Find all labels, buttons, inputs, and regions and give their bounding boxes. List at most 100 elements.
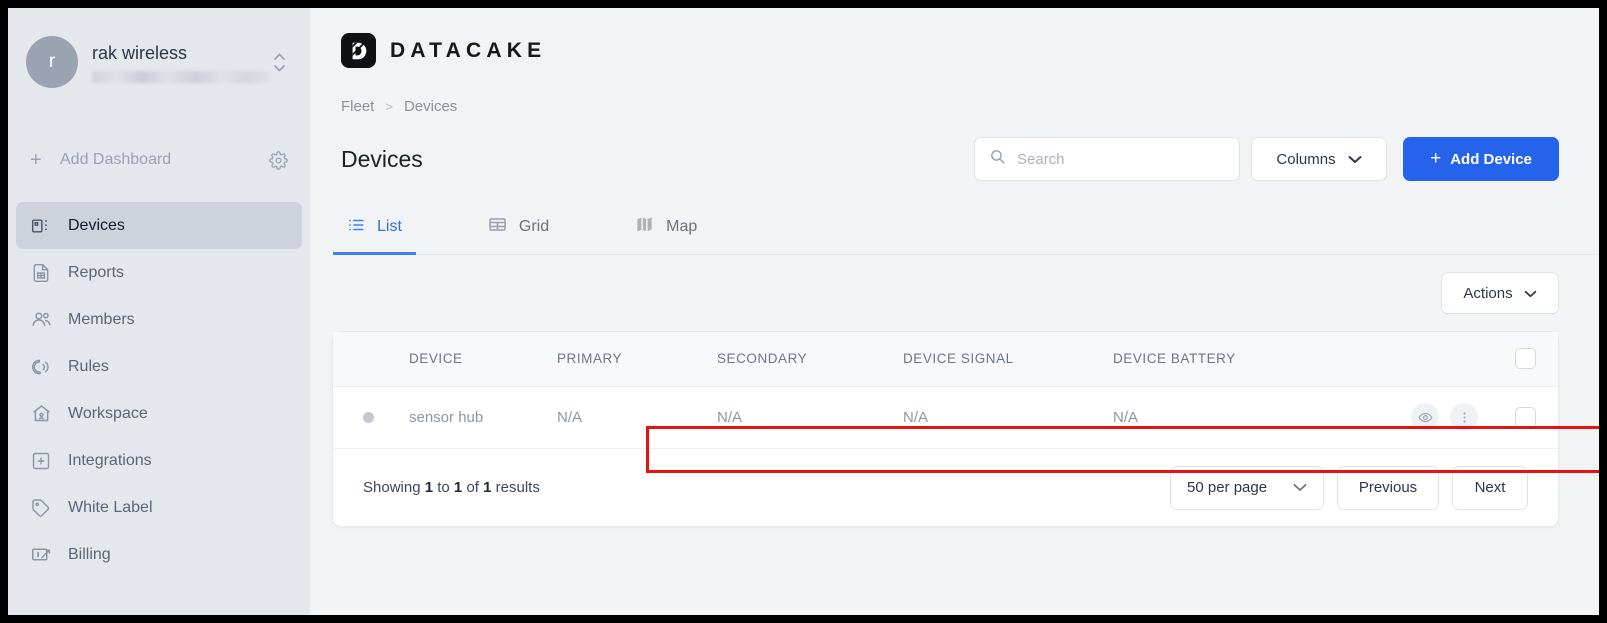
breadcrumb-current: Devices [403,98,458,115]
sidebar-item-workspace[interactable]: Workspace [16,390,302,437]
cell-device[interactable]: sensor hub [409,386,557,448]
chevron-down-icon [1524,285,1537,302]
sidebar-item-members[interactable]: Members [16,296,302,343]
add-dashboard-label: Add Dashboard [60,151,172,168]
showing-of: of [466,479,479,496]
page-title: Devices [341,145,423,172]
search-placeholder: Search [1017,150,1065,168]
table-head: DEVICE PRIMARY SECONDARY DEVICE SIGNAL D… [333,332,1558,387]
datacake-logo-icon [341,33,376,68]
tab-list[interactable]: List [333,199,416,255]
actions-button[interactable]: Actions [1441,272,1559,314]
row-checkbox[interactable] [1515,406,1536,428]
sidebar-item-label: Reports [68,263,125,281]
org-subtitle-redacted [92,70,272,83]
eye-icon[interactable] [1411,403,1439,432]
th-device[interactable]: DEVICE [409,332,557,387]
search-icon [989,148,1006,170]
table-body: sensor hub N/A N/A N/A N/A [333,386,1558,448]
org-switcher-chevrons-icon[interactable] [270,53,288,72]
th-primary[interactable]: PRIMARY [557,332,717,387]
devices-table-card: DEVICE PRIMARY SECONDARY DEVICE SIGNAL D… [332,331,1559,527]
integrations-icon [30,450,52,472]
add-dashboard-button[interactable]: + Add Dashboard [8,140,310,180]
tab-map[interactable]: Map [629,199,703,255]
map-icon [635,215,654,239]
workspace-icon [30,403,52,425]
actions-row: Actions [332,272,1559,314]
status-dot-offline-icon [363,411,374,423]
app-window: r rak wireless + Add Dashboard Devices R… [8,8,1599,615]
sidebar-item-rules[interactable]: Rules [16,343,302,390]
search-input[interactable]: Search [974,137,1240,181]
results-summary: Showing 1 to 1 of 1 results [363,479,1170,496]
th-secondary[interactable]: SECONDARY [717,332,903,387]
sidebar-item-label: Billing [68,545,111,563]
sidebar-item-billing[interactable]: Billing [16,531,302,578]
per-page-select[interactable]: 50 per page [1170,465,1324,510]
sidebar-item-integrations[interactable]: Integrations [16,437,302,484]
sidebar-item-label: Workspace [68,404,148,422]
sidebar-item-label: Members [68,310,135,328]
tab-label: List [377,218,402,235]
sidebar-nav: Devices Reports Members Rules Workspace … [8,202,310,578]
sidebar-item-devices[interactable]: Devices [16,202,302,249]
per-page-label: 50 per page [1187,479,1268,496]
columns-button[interactable]: Columns [1251,137,1387,181]
th-device-battery[interactable]: DEVICE BATTERY [1113,332,1368,387]
th-actions [1368,332,1496,387]
sidebar-item-label: White Label [68,498,153,516]
tab-label: Map [666,218,698,235]
cell-row-checkbox [1496,386,1558,448]
sidebar-item-label: Integrations [68,451,152,469]
tab-grid[interactable]: Grid [482,199,555,255]
showing-mid: to [437,479,450,496]
brand: DATACAKE [332,8,1559,68]
tab-label: Grid [518,218,550,235]
sidebar-item-label: Rules [68,357,109,375]
report-icon [30,262,52,284]
cell-secondary: N/A [717,386,903,448]
list-icon [347,216,365,239]
page-header: Devices Search Columns + Add Device [332,137,1559,181]
sidebar-item-reports[interactable]: Reports [16,249,302,296]
breadcrumb-separator-icon: > [385,99,393,114]
previous-button[interactable]: Previous [1337,465,1439,510]
add-device-button[interactable]: + Add Device [1403,137,1559,181]
avatar: r [26,36,78,88]
actions-label: Actions [1463,284,1513,302]
plus-icon: + [30,149,42,171]
table-footer: Showing 1 to 1 of 1 results 50 per page … [333,448,1558,526]
kebab-menu-icon[interactable] [1450,403,1478,432]
chevron-down-icon [1293,479,1307,496]
showing-total: 1 [483,479,492,496]
view-tabs: List Grid Map [332,199,1599,255]
billing-icon [30,544,52,566]
cell-primary: N/A [557,386,717,448]
devices-table: DEVICE PRIMARY SECONDARY DEVICE SIGNAL D… [333,332,1558,448]
chevron-down-icon [1348,151,1362,168]
select-all-checkbox[interactable] [1515,348,1536,370]
showing-suffix: results [495,479,540,496]
gear-icon[interactable] [269,150,288,170]
grid-icon [488,215,507,239]
showing-to: 1 [453,479,463,496]
org-switcher[interactable]: r rak wireless [8,8,310,88]
th-select-all [1496,332,1558,387]
table-header-row: DEVICE PRIMARY SECONDARY DEVICE SIGNAL D… [333,332,1558,387]
breadcrumb-root[interactable]: Fleet [341,98,374,115]
table-row[interactable]: sensor hub N/A N/A N/A N/A [333,386,1558,448]
rules-icon [30,356,52,378]
devices-icon [30,215,52,237]
next-button[interactable]: Next [1452,465,1528,510]
cell-row-actions [1368,386,1496,448]
sidebar-item-label: Devices [68,216,125,234]
plus-icon: + [1430,148,1442,169]
sidebar: r rak wireless + Add Dashboard Devices R… [8,8,310,615]
showing-prefix: Showing [363,479,421,496]
breadcrumb: Fleet > Devices [332,98,1559,115]
th-device-signal[interactable]: DEVICE SIGNAL [903,332,1113,387]
add-device-label: Add Device [1450,150,1532,168]
brand-name: DATACAKE [390,38,547,62]
sidebar-item-white-label[interactable]: White Label [16,484,302,531]
